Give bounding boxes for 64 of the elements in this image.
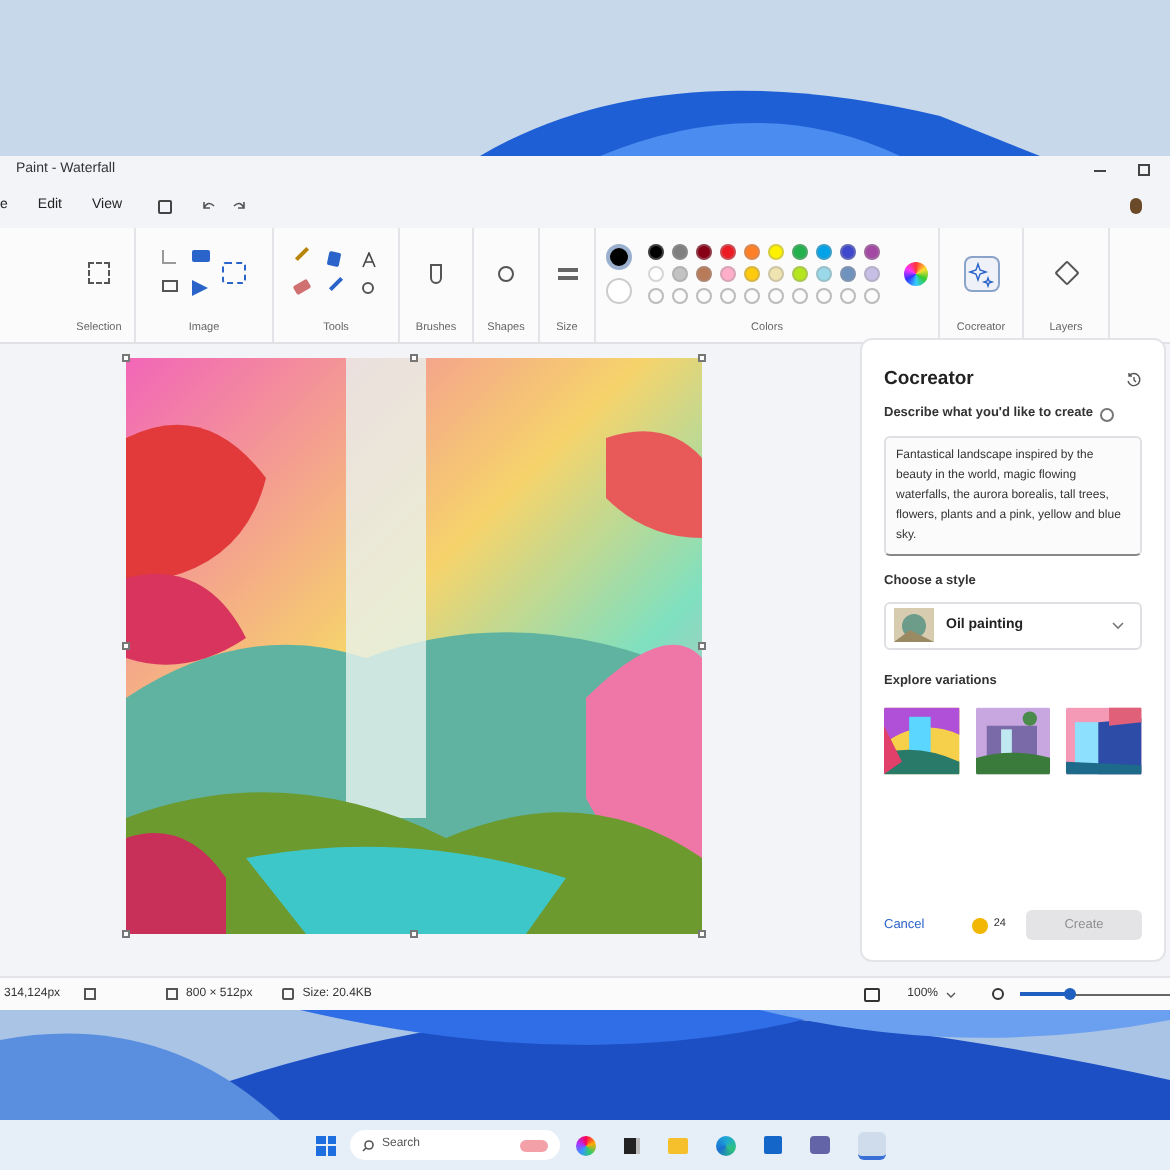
empty-swatch[interactable]	[768, 287, 784, 304]
history-icon[interactable]	[1126, 372, 1142, 389]
color-swatch[interactable]	[792, 243, 808, 260]
avatar-icon[interactable]	[1130, 198, 1142, 214]
selection-icon[interactable]	[88, 262, 110, 285]
empty-swatch[interactable]	[744, 287, 760, 304]
resize-handle[interactable]	[410, 354, 418, 362]
color-swatch[interactable]	[744, 265, 760, 282]
color-swatch[interactable]	[816, 265, 832, 282]
credit-coin-icon	[971, 917, 988, 933]
empty-swatch[interactable]	[864, 287, 880, 304]
color-swatch[interactable]	[840, 243, 856, 260]
line-size-icon[interactable]	[557, 267, 577, 280]
color-swatch[interactable]	[720, 243, 736, 260]
resize-handle[interactable]	[122, 354, 130, 362]
shapes-icon[interactable]	[498, 265, 514, 282]
color-swatch[interactable]	[672, 243, 688, 260]
color-swatch[interactable]	[864, 243, 880, 260]
minimize-icon[interactable]	[1094, 169, 1106, 171]
color-swatch[interactable]	[744, 243, 760, 260]
color-swatch[interactable]	[840, 265, 856, 282]
search-icon	[362, 1139, 374, 1151]
browser-icon[interactable]	[716, 1135, 736, 1155]
color-swatch[interactable]	[816, 243, 832, 260]
redo-icon[interactable]	[232, 200, 247, 212]
zoom-slider[interactable]	[1020, 989, 1170, 999]
empty-swatch[interactable]	[720, 287, 736, 304]
color-wheel-icon[interactable]	[904, 261, 928, 286]
chevron-icon	[946, 991, 956, 997]
color-swatch[interactable]	[648, 265, 664, 282]
app-icon[interactable]	[624, 1137, 640, 1153]
resize-handle[interactable]	[122, 642, 130, 650]
empty-swatch[interactable]	[648, 287, 664, 304]
maximize-icon[interactable]	[1138, 164, 1150, 176]
color-swatch[interactable]	[696, 265, 712, 282]
resize-handle[interactable]	[698, 930, 706, 938]
text-icon[interactable]	[362, 252, 376, 269]
color-swatch[interactable]	[864, 265, 880, 282]
empty-swatch[interactable]	[696, 287, 712, 304]
sparkle-icon[interactable]	[965, 257, 997, 290]
resize-handle[interactable]	[698, 642, 706, 650]
panel-title: Cocreator	[884, 366, 974, 394]
chevron-icon	[1112, 621, 1124, 630]
color-swatch[interactable]	[768, 265, 784, 282]
current-color[interactable]	[606, 243, 632, 270]
color-swatch[interactable]	[648, 243, 664, 260]
empty-swatch[interactable]	[816, 287, 832, 304]
undo-icon[interactable]	[202, 200, 217, 212]
empty-swatch[interactable]	[840, 287, 856, 304]
search-highlight-icon	[520, 1139, 548, 1151]
resize-handle[interactable]	[122, 930, 130, 938]
empty-swatch[interactable]	[792, 287, 808, 304]
color-swatch[interactable]	[720, 265, 736, 282]
empty-swatch[interactable]	[672, 287, 688, 304]
resize-handle[interactable]	[410, 930, 418, 938]
start-icon[interactable]	[316, 1135, 336, 1155]
color-swatch[interactable]	[696, 243, 712, 260]
magnifier-icon[interactable]	[362, 282, 374, 295]
color-swatch[interactable]	[792, 265, 808, 282]
current-color[interactable]	[606, 277, 632, 304]
color-swatch[interactable]	[768, 243, 784, 260]
color-swatch[interactable]	[672, 265, 688, 282]
image-select-icon[interactable]	[222, 262, 246, 285]
resize-handle[interactable]	[698, 354, 706, 362]
